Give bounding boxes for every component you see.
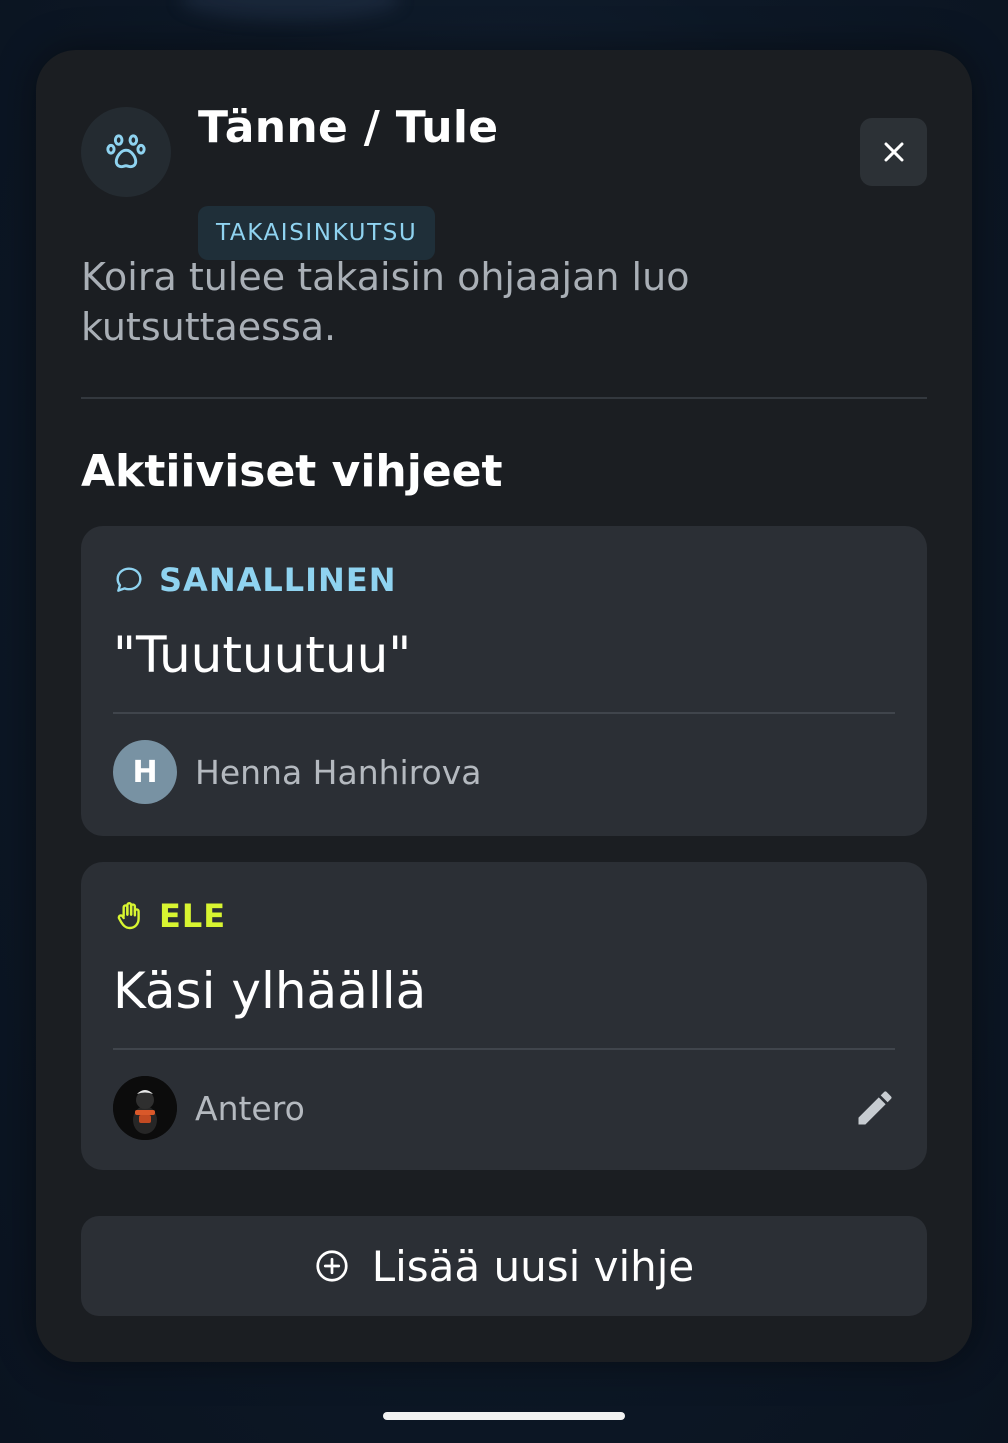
cue-type-label: ELE: [159, 897, 227, 935]
add-new-cue-label: Lisää uusi vihje: [371, 1241, 695, 1291]
home-indicator[interactable]: [383, 1412, 625, 1420]
card-divider: [113, 712, 895, 714]
avatar: H: [113, 740, 177, 804]
background-glow: [180, 0, 400, 20]
hand-icon: [117, 902, 140, 930]
pencil-icon: [858, 1091, 892, 1125]
command-title: Tänne / Tule: [198, 102, 499, 153]
plus-circle-icon: [316, 1250, 348, 1282]
author-name: Antero: [195, 1088, 305, 1128]
command-icon-circle: [81, 107, 171, 197]
dog-photo-avatar: [113, 1076, 177, 1140]
card-divider: [113, 1048, 895, 1050]
modal-header: Tänne / Tule TAKAISINKUTSU: [81, 102, 927, 272]
cue-type: ELE: [113, 897, 227, 935]
author-name: Henna Hanhirova: [195, 752, 482, 792]
cue-card-verbal[interactable]: SANALLINEN "Tuutuutuu" H Henna Hanhirova: [81, 526, 927, 836]
cue-card-gesture[interactable]: ELE Käsi ylhäällä Antero: [81, 862, 927, 1170]
cue-text: Käsi ylhäällä: [113, 962, 427, 1020]
command-description: Koira tulee takaisin ohjaajan luo kutsut…: [81, 255, 690, 349]
cue-type-label: SANALLINEN: [159, 561, 397, 599]
add-new-cue-button[interactable]: Lisää uusi vihje: [81, 1216, 927, 1316]
active-cues-heading: Aktiiviset vihjeet: [81, 446, 503, 497]
edit-cue-button[interactable]: [853, 1086, 897, 1130]
paw-icon: [106, 134, 146, 169]
cue-text: "Tuutuutuu": [113, 626, 412, 684]
cue-author: Antero: [113, 1076, 305, 1140]
cue-author: H Henna Hanhirova: [113, 740, 481, 804]
cue-type: SANALLINEN: [113, 561, 397, 599]
close-icon: [884, 142, 903, 162]
section-divider: [81, 397, 927, 399]
command-detail-modal: Tänne / Tule TAKAISINKUTSU Koira tulee t…: [36, 50, 972, 1362]
speech-bubble-icon: [116, 567, 142, 592]
close-button[interactable]: [860, 118, 927, 186]
